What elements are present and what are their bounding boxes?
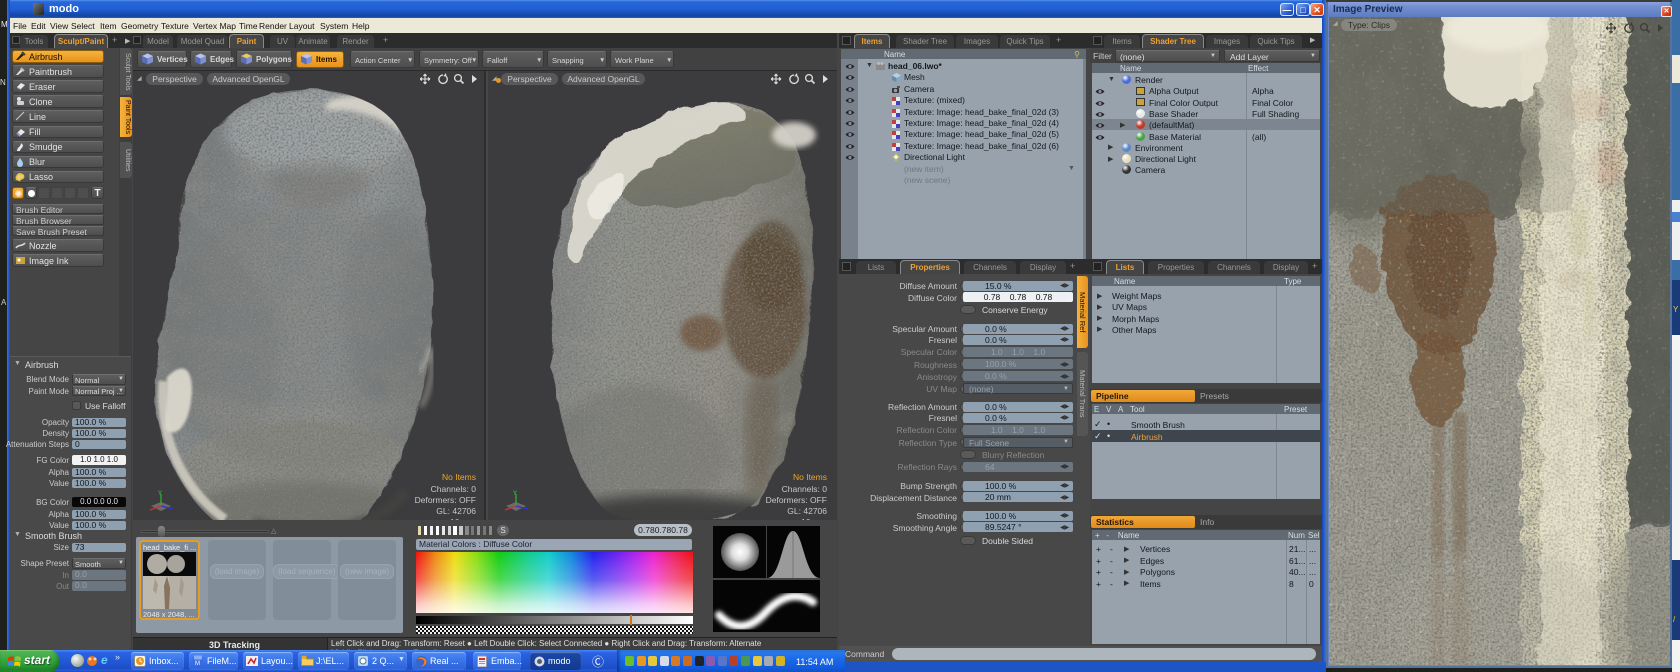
svg-text:Y: Y — [158, 491, 162, 497]
svg-text:M: M — [195, 661, 200, 667]
svg-text:Y: Y — [513, 491, 517, 497]
